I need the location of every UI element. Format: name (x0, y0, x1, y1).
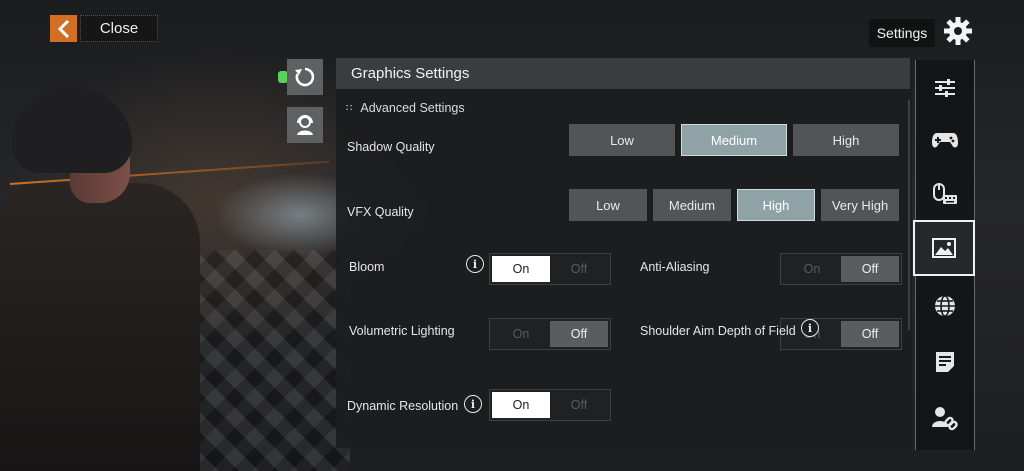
nav-general[interactable] (916, 60, 974, 116)
panel-scrollbar[interactable] (908, 100, 910, 330)
drag-dots-icon: ∷ (346, 102, 354, 114)
mouse-keyboard-icon (933, 183, 957, 204)
anti-aliasing-toggle[interactable]: On Off (780, 253, 902, 285)
character-beanie (12, 88, 132, 173)
reset-icon (295, 67, 315, 87)
panel-title: Graphics Settings (351, 65, 470, 82)
bloom-toggle[interactable]: On Off (489, 253, 611, 285)
volumetric-lighting-on[interactable]: On (492, 321, 550, 347)
advanced-settings-label: Advanced Settings (360, 101, 465, 115)
bloom-info-icon[interactable]: i (466, 255, 484, 273)
nav-controller[interactable] (916, 112, 974, 168)
advanced-settings-header: ∷ Advanced Settings (346, 101, 465, 115)
vfx-quality-low[interactable]: Low (569, 189, 647, 221)
dynamic-resolution-info-icon[interactable]: i (464, 395, 482, 413)
graphics-settings-panel: Graphics Settings ∷ Advanced Settings Sh… (336, 58, 912, 448)
volumetric-lighting-off[interactable]: Off (550, 321, 608, 347)
nav-mouse-keyboard[interactable] (916, 166, 974, 222)
dynamic-resolution-off[interactable]: Off (550, 392, 608, 418)
bloom-on[interactable]: On (492, 256, 550, 282)
close-label: Close (99, 20, 139, 37)
shoulder-aim-dof-info-icon[interactable]: i (801, 319, 819, 337)
notes-icon (936, 352, 954, 372)
vfx-quality-medium[interactable]: Medium (653, 189, 731, 221)
shoulder-aim-dof-toggle[interactable]: On Off (780, 318, 902, 350)
sliders-icon (935, 79, 955, 97)
close-button[interactable]: Close (80, 15, 158, 42)
dynamic-resolution-toggle[interactable]: On Off (489, 389, 611, 421)
settings-category-nav (913, 60, 975, 450)
dynamic-resolution-label: Dynamic Resolution (347, 399, 459, 413)
shoulder-aim-dof-label: Shoulder Aim Depth of Field (640, 324, 796, 338)
shadow-quality-low[interactable]: Low (569, 124, 675, 156)
vfx-quality-high[interactable]: High (737, 189, 815, 221)
character-body (0, 183, 200, 471)
voice-chat-button[interactable] (287, 107, 323, 143)
settings-title-text: Settings (876, 25, 928, 41)
nav-account-link[interactable] (916, 390, 974, 446)
globe-icon (935, 295, 955, 317)
anti-aliasing-off[interactable]: Off (841, 256, 899, 282)
nav-language[interactable] (916, 278, 974, 334)
anti-aliasing-label: Anti-Aliasing (640, 260, 710, 274)
gamepad-icon (932, 133, 958, 148)
shadow-quality-high[interactable]: High (793, 124, 899, 156)
volumetric-lighting-label: Volumetric Lighting (349, 324, 455, 338)
player-character (0, 88, 210, 471)
shadow-quality-medium[interactable]: Medium (681, 124, 787, 156)
account-link-icon (932, 407, 958, 431)
back-button[interactable] (50, 15, 77, 42)
gear-icon[interactable] (943, 15, 973, 47)
chevron-left-icon (57, 19, 69, 38)
shadow-quality-label: Shadow Quality (347, 140, 435, 154)
panel-header: Graphics Settings (336, 58, 910, 89)
bloom-off[interactable]: Off (550, 256, 608, 282)
vfx-quality-very-high[interactable]: Very High (821, 189, 899, 221)
nav-graphics[interactable] (913, 220, 975, 276)
nav-notes[interactable] (916, 334, 974, 390)
shoulder-aim-dof-off[interactable]: Off (841, 321, 899, 347)
dynamic-resolution-on[interactable]: On (492, 392, 550, 418)
anti-aliasing-on[interactable]: On (783, 256, 841, 282)
settings-title: Settings (869, 19, 935, 47)
bloom-label: Bloom (349, 260, 385, 274)
vfx-quality-label: VFX Quality (347, 205, 414, 219)
volumetric-lighting-toggle[interactable]: On Off (489, 318, 611, 350)
image-icon (932, 238, 956, 258)
headset-person-icon (297, 115, 313, 135)
reset-button[interactable] (287, 59, 323, 95)
